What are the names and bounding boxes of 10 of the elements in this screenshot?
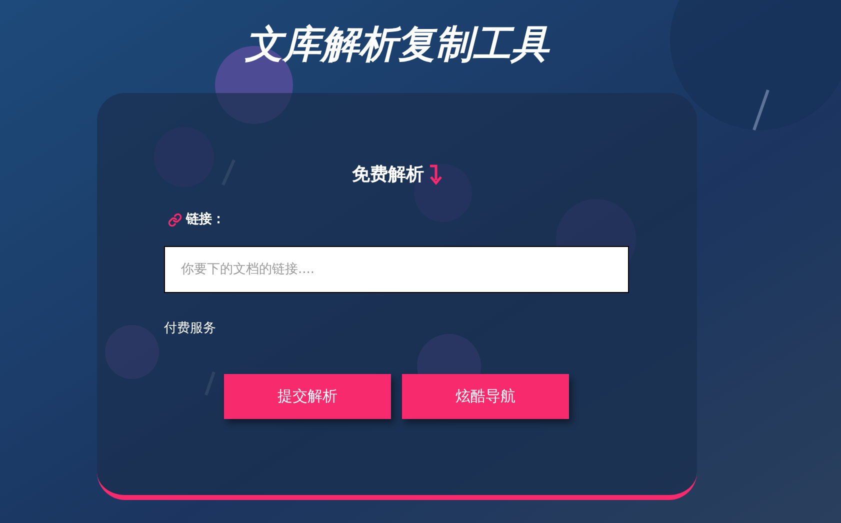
streak-line	[752, 90, 770, 130]
action-button[interactable]: 炫酷导航	[402, 374, 569, 419]
paid-service-label: 付费服务	[164, 320, 217, 338]
link-label: 链接：	[186, 210, 225, 229]
page-title: 文库解析复制工具	[245, 21, 549, 68]
section-heading: 免费解析	[352, 163, 424, 187]
link-icon	[168, 212, 182, 227]
link-input-field[interactable]: 你要下的文档的链接....	[164, 246, 629, 292]
arrow-down-icon	[428, 164, 442, 186]
action-button[interactable]: 提交解析	[224, 374, 391, 419]
